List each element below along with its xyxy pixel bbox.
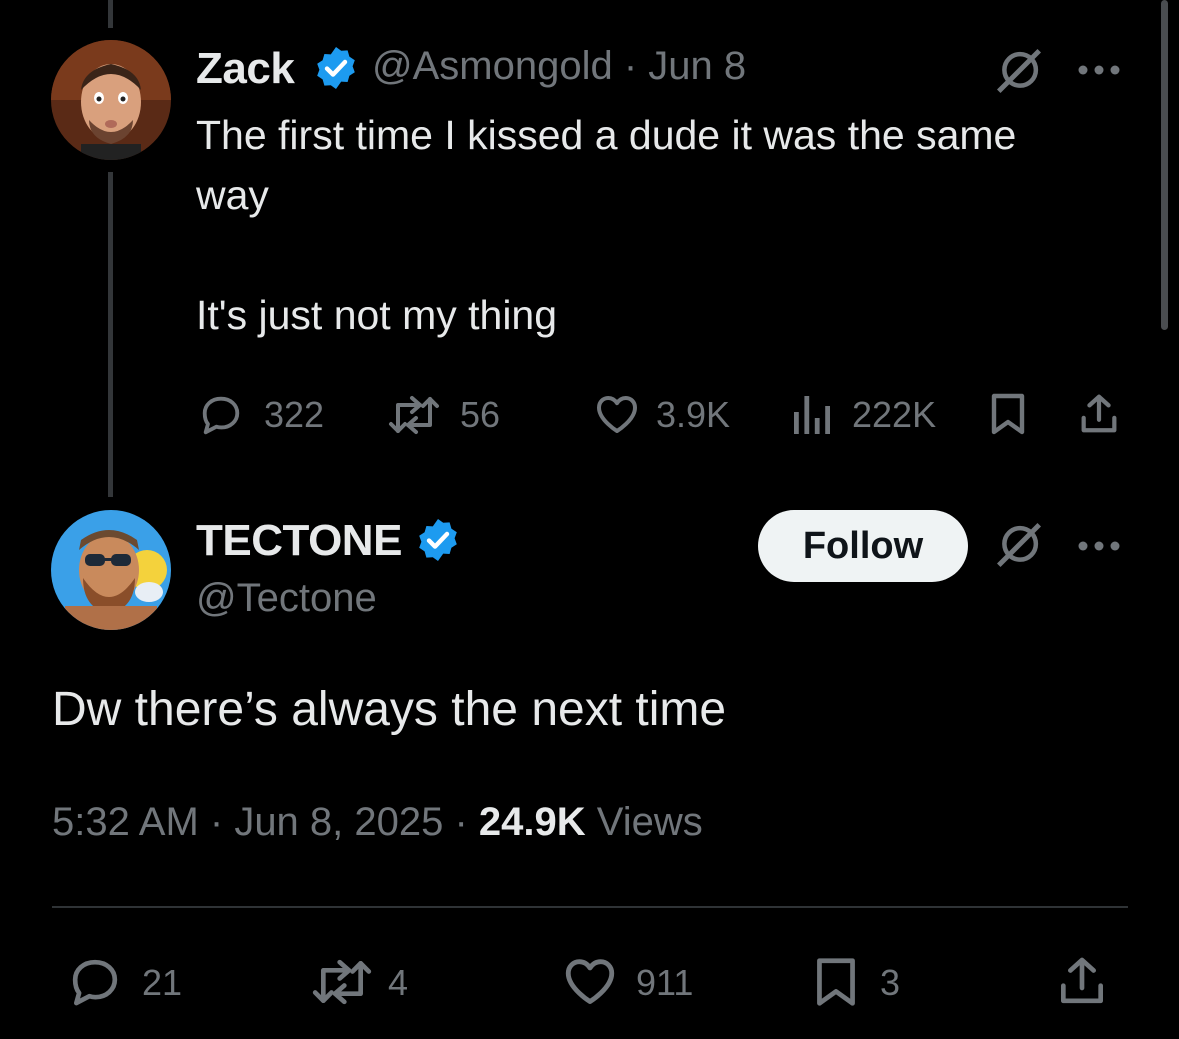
repost-count: 56 [460,394,501,435]
author-name[interactable]: Zack [196,44,295,94]
thread-line-top [108,0,113,28]
views-icon[interactable] [790,392,832,436]
follow-button[interactable]: Follow [758,510,968,582]
avatar-tectone[interactable] [51,510,171,630]
views-label: Views [596,800,703,844]
author-handle-date[interactable]: @Asmongold · Jun 8 [372,44,746,89]
repost-icon[interactable] [386,390,442,440]
tweet-date[interactable]: Jun 8, 2025 [234,800,443,844]
reply-text: Dw there’s always the next time [52,683,727,736]
views-count: 222K [852,394,937,435]
reply-count: 21 [142,962,183,1003]
bookmark-icon[interactable] [986,390,1030,438]
like-count: 911 [636,962,694,1003]
like-icon[interactable] [560,952,620,1010]
reply-count: 322 [264,394,325,435]
reply-icon[interactable] [198,392,244,438]
divider [52,906,1128,908]
share-icon[interactable] [1054,952,1110,1010]
repost-count: 4 [388,962,409,1003]
like-count: 3.9K [656,394,731,435]
scrollbar[interactable] [1161,0,1168,330]
tweet-text-line-3: It's just not my thing [196,292,558,338]
reply-author-name[interactable]: TECTONE [196,516,402,566]
like-icon[interactable] [592,390,642,438]
repost-icon[interactable] [308,954,376,1010]
grok-icon[interactable] [992,44,1046,98]
tweet-time[interactable]: 5:32 AM [52,800,199,844]
tweet-meta: 5:32 AM · Jun 8, 2025 · 24.9K Views [52,800,703,844]
avatar-zack[interactable] [51,40,171,160]
bookmark-icon[interactable] [810,952,862,1012]
share-icon[interactable] [1076,390,1122,438]
verified-badge-icon [419,519,457,561]
tweet-text-line-2: way [196,172,269,218]
views-total: 24.9K [478,800,586,844]
reply-icon[interactable] [66,954,124,1010]
grok-icon[interactable] [992,518,1046,572]
more-icon[interactable] [1076,534,1122,558]
verified-badge-icon [317,47,355,89]
bookmark-count: 3 [880,962,901,1003]
more-icon[interactable] [1076,58,1122,82]
reply-author-handle[interactable]: @Tectone [196,576,377,621]
tweet-text-line-1: The first time I kissed a dude it was th… [196,112,1017,158]
thread-line [108,172,113,497]
